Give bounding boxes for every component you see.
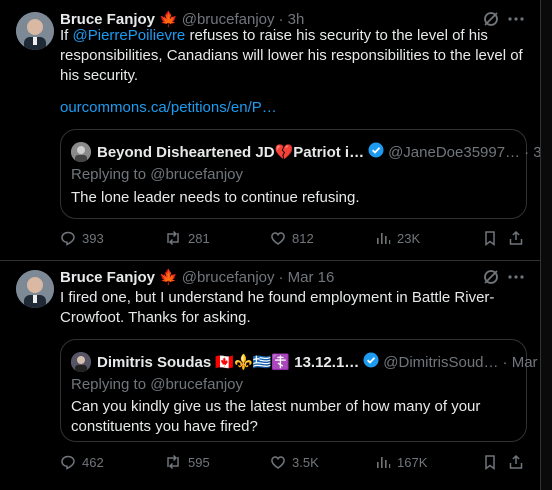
quote-header: Dimitris Soudas 🇨🇦⚜️🇬🇷☦️ 13.12.1… @Dimit… (71, 352, 552, 372)
bookmark-icon (485, 455, 495, 470)
author-avatar[interactable] (16, 270, 54, 308)
heart-icon (271, 456, 285, 469)
reply-count: 393 (82, 230, 104, 246)
quoted-tweet[interactable]: Dimitris Soudas 🇨🇦⚜️🇬🇷☦️ 13.12.1… @Dimit… (60, 339, 552, 442)
maple-leaf-icon: 🍁 (159, 269, 178, 286)
bookmark-button[interactable] (482, 452, 504, 472)
replying-to: Replying to @brucefanjoy (71, 166, 243, 183)
tweet-text: I fired one, but I understand he found e… (60, 289, 495, 326)
repost-button[interactable]: 281 (164, 228, 210, 248)
quote-avatar (71, 142, 91, 162)
quote-text: The lone leader needs to continue refusi… (71, 189, 360, 206)
tweet-1[interactable]: Bruce Fanjoy 🍁 @brucefanjoy · 3h If @Pie… (0, 0, 550, 260)
author-avatar[interactable] (16, 12, 54, 50)
share-icon (509, 230, 523, 245)
external-link[interactable]: ourcommons.ca/petitions/en/P… (60, 98, 525, 118)
tweet-time[interactable]: · 3h (279, 11, 305, 28)
share-icon (509, 454, 523, 469)
mention-link[interactable]: @PierrePoilievre (73, 27, 186, 44)
author-name[interactable]: Bruce Fanjoy (60, 11, 155, 28)
repost-count: 595 (188, 454, 210, 470)
views-button[interactable]: 167K (375, 452, 427, 472)
more-options-icon[interactable] (507, 268, 525, 286)
tweet-text: If @PierrePoilievre refuses to raise his… (60, 26, 525, 86)
quote-header: Beyond Disheartened JD💔Patriot i… @JaneD… (71, 142, 550, 162)
quote-text: Can you kindly give us the latest number… (71, 398, 481, 435)
author-handle[interactable]: @brucefanjoy (182, 269, 275, 286)
replying-to: Replying to @brucefanjoy (71, 376, 243, 393)
views-button[interactable]: 23K (375, 228, 420, 248)
repost-icon (167, 454, 179, 470)
like-button[interactable]: 3.5K (270, 452, 319, 472)
verified-badge-icon (363, 352, 379, 372)
bookmark-button[interactable] (482, 228, 504, 248)
quote-author-handle[interactable]: @JaneDoe35997… (388, 144, 520, 161)
quote-author-name[interactable]: Dimitris Soudas 🇨🇦⚜️🇬🇷☦️ 13.12.1… (97, 353, 359, 371)
scrollbar[interactable] (541, 0, 552, 490)
share-button[interactable] (508, 452, 530, 472)
grok-icon[interactable] (482, 268, 500, 286)
tweet-header: Bruce Fanjoy 🍁 @brucefanjoy · Mar 16 (60, 267, 334, 287)
like-count: 812 (292, 230, 314, 246)
repost-button[interactable]: 595 (164, 452, 210, 472)
reply-count: 462 (82, 454, 104, 470)
repost-icon (167, 230, 179, 246)
reply-icon (61, 455, 75, 470)
like-count: 3.5K (292, 454, 319, 470)
tweet-actions: 393 281 812 23K (60, 228, 525, 248)
reply-button[interactable]: 462 (60, 452, 104, 472)
reply-icon (61, 231, 75, 246)
tweet-2[interactable]: Bruce Fanjoy 🍁 @brucefanjoy · Mar 16 I f… (0, 261, 552, 490)
bookmark-icon (485, 231, 495, 246)
analytics-icon (377, 457, 391, 468)
quote-avatar (71, 352, 91, 372)
reply-button[interactable]: 393 (60, 228, 104, 248)
views-count: 23K (397, 230, 421, 246)
analytics-icon (377, 233, 391, 244)
tweet-actions: 462 595 3.5K 167K (60, 452, 525, 472)
share-button[interactable] (508, 228, 530, 248)
quoted-tweet[interactable]: Beyond Disheartened JD💔Patriot i… @JaneD… (60, 129, 550, 219)
quote-author-name[interactable]: Beyond Disheartened JD💔Patriot i… (97, 143, 364, 161)
repost-count: 281 (188, 230, 210, 246)
tweet-time[interactable]: · Mar 16 (279, 269, 335, 286)
views-count: 167K (397, 454, 428, 470)
heart-icon (271, 232, 285, 245)
author-handle[interactable]: @brucefanjoy (182, 11, 275, 28)
verified-badge-icon (368, 142, 384, 162)
author-name[interactable]: Bruce Fanjoy (60, 269, 155, 286)
like-button[interactable]: 812 (270, 228, 314, 248)
tweet-text-prefix: If (60, 27, 73, 44)
quote-author-handle[interactable]: @DimitrisSoud… (383, 354, 498, 371)
